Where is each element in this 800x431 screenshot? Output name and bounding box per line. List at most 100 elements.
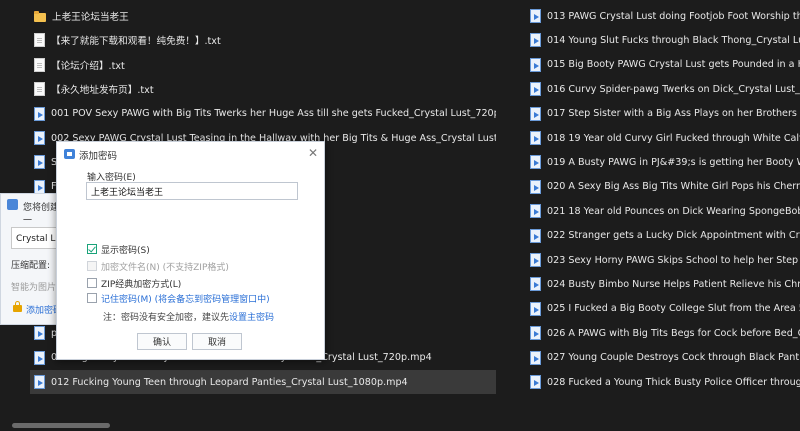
file-name: 025 I Fucked a Big Booty College Slut fr…	[547, 303, 800, 315]
file-row[interactable]: 027 Young Couple Destroys Cock through B…	[526, 346, 800, 370]
file-name: 012 Fucking Young Teen through Leopard P…	[51, 376, 408, 388]
file-name: 024 Busty Bimbo Nurse Helps Patient Reli…	[547, 278, 800, 290]
zip-classic-checkbox[interactable]	[87, 278, 97, 288]
file-name: 020 A Sexy Big Ass Big Tits White Girl P…	[547, 181, 800, 193]
smart-image-label: 智能为图片	[11, 283, 57, 293]
file-name: 023 Sexy Horny PAWG Skips School to help…	[547, 254, 800, 266]
archive-app-icon	[7, 199, 18, 210]
video-icon	[34, 106, 45, 121]
file-name: 026 A PAWG with Big Tits Begs for Cock b…	[547, 327, 800, 339]
video-icon	[530, 301, 541, 316]
encrypt-filenames-label: 加密文件名(N) (不支持ZIP格式)	[101, 262, 229, 273]
file-name: 016 Curvy Spider-pawg Twerks on Dick_Cry…	[547, 83, 800, 95]
note-text: 注：密码没有安全加密，建议先	[103, 313, 230, 323]
show-password-checkbox[interactable]	[87, 244, 97, 254]
file-name: 【来了就能下载和观看！纯免费！】.txt	[51, 36, 221, 48]
file-name: 013 PAWG Crystal Lust doing Footjob Foot…	[547, 10, 800, 22]
app-icon	[64, 149, 75, 159]
compress-config-label: 压缩配置:	[11, 261, 51, 271]
video-icon	[530, 33, 541, 48]
file-row[interactable]: 上老王论坛当老王	[30, 4, 496, 28]
video-icon	[530, 253, 541, 267]
confirm-button[interactable]: 确认	[137, 333, 187, 350]
file-row[interactable]: 【论坛介绍】.txt	[30, 53, 496, 77]
file-row[interactable]: 015 Big Booty PAWG Crystal Lust gets Pou…	[526, 53, 800, 77]
file-name: 027 Young Couple Destroys Cock through B…	[547, 352, 800, 364]
file-name: 028 Fucked a Young Thick Busty Police Of…	[547, 376, 800, 388]
video-icon	[34, 326, 45, 341]
file-row[interactable]: 022 Stranger gets a Lucky Dick Appointme…	[526, 224, 800, 248]
video-icon	[530, 228, 541, 243]
video-icon	[530, 179, 541, 194]
file-row[interactable]: 020 A Sexy Big Ass Big Tits White Girl P…	[526, 175, 800, 199]
dialog-title: 添加密码	[79, 151, 118, 162]
video-icon	[530, 57, 541, 72]
file-name: 上老王论坛当老王	[52, 12, 129, 23]
remember-password-checkbox[interactable]	[87, 293, 97, 303]
video-icon	[530, 82, 541, 97]
video-icon	[34, 375, 45, 389]
close-icon[interactable]: ✕	[308, 146, 318, 160]
zip-classic-option[interactable]: ZIP经典加密方式(L)	[87, 277, 182, 290]
video-icon	[530, 155, 541, 170]
video-icon	[530, 350, 541, 365]
file-row[interactable]: 018 19 Year old Curvy Girl Fucked throug…	[526, 126, 800, 150]
file-row[interactable]: 013 PAWG Crystal Lust doing Footjob Foot…	[526, 4, 800, 28]
remember-password-label: 记住密码(M) (将会备忘到密码管理窗口中)	[101, 294, 270, 305]
file-row[interactable]: 028 Fucked a Young Thick Busty Police Of…	[526, 370, 800, 394]
zip-classic-label: ZIP经典加密方式(L)	[101, 279, 182, 290]
cancel-button[interactable]: 取消	[192, 333, 242, 350]
file-row[interactable]: 026 A PAWG with Big Tits Begs for Cock b…	[526, 321, 800, 345]
dialog-titlebar: 添加密码 ✕	[57, 142, 324, 166]
file-name: 021 18 Year old Pounces on Dick Wearing …	[547, 205, 800, 217]
video-icon	[530, 106, 541, 121]
show-password-option[interactable]: 显示密码(S)	[87, 243, 150, 256]
video-icon	[530, 131, 541, 145]
scrollbar-thumb[interactable]	[12, 423, 110, 428]
file-name: 022 Stranger gets a Lucky Dick Appointme…	[547, 230, 800, 242]
file-name: 017 Step Sister with a Big Ass Plays on …	[547, 108, 800, 120]
doc-icon	[34, 82, 45, 97]
video-icon	[34, 350, 45, 365]
file-name: 014 Young Slut Fucks through Black Thong…	[547, 34, 800, 46]
file-row[interactable]: 019 A Busty PAWG in PJ&#39;s is getting …	[526, 150, 800, 174]
file-name: 018 19 Year old Curvy Girl Fucked throug…	[547, 132, 800, 144]
file-name: 015 Big Booty PAWG Crystal Lust gets Pou…	[547, 59, 800, 71]
folder-icon	[34, 10, 46, 22]
file-row[interactable]: 021 18 Year old Pounces on Dick Wearing …	[526, 199, 800, 223]
lock-icon	[13, 301, 22, 312]
file-name: 【论坛介绍】.txt	[51, 60, 125, 72]
file-name: 019 A Busty PAWG in PJ&#39;s is getting …	[547, 156, 800, 168]
file-row[interactable]: 017 Step Sister with a Big Ass Plays on …	[526, 102, 800, 126]
security-note: 注：密码没有安全加密，建议先设置主密码	[103, 310, 274, 323]
video-icon	[34, 131, 45, 145]
file-row[interactable]: 023 Sexy Horny PAWG Skips School to help…	[526, 248, 800, 272]
file-row[interactable]: 【永久地址发布页】.txt	[30, 77, 496, 101]
file-row[interactable]: 012 Fucking Young Teen through Leopard P…	[30, 370, 496, 394]
video-icon	[530, 326, 541, 341]
add-password-dialog: 添加密码 ✕ 输入密码(E) 显示密码(S) 加密文件名(N) (不支持ZIP格…	[56, 141, 325, 360]
video-icon	[34, 155, 45, 170]
file-name: 001 POV Sexy PAWG with Big Tits Twerks h…	[51, 108, 496, 120]
show-password-label: 显示密码(S)	[101, 245, 150, 256]
doc-icon	[34, 57, 45, 72]
set-master-password-link[interactable]: 设置主密码	[229, 313, 274, 323]
encrypt-filenames-option: 加密文件名(N) (不支持ZIP格式)	[87, 260, 229, 273]
file-row[interactable]: 【来了就能下载和观看！纯免费！】.txt	[30, 28, 496, 52]
file-row[interactable]: 025 I Fucked a Big Booty College Slut fr…	[526, 297, 800, 321]
file-row[interactable]: 024 Busty Bimbo Nurse Helps Patient Reli…	[526, 272, 800, 296]
video-icon	[530, 375, 541, 389]
file-row[interactable]: 014 Young Slut Fucks through Black Thong…	[526, 28, 800, 52]
encrypt-filenames-checkbox	[87, 261, 97, 271]
create-archive-dialog: 您将创建一 Crystal Lust 压缩配置: 智能为图片 添加密码	[0, 193, 71, 325]
file-name: 【永久地址发布页】.txt	[51, 85, 154, 97]
file-row[interactable]: 001 POV Sexy PAWG with Big Tits Twerks h…	[30, 102, 496, 126]
file-row[interactable]: 016 Curvy Spider-pawg Twerks on Dick_Cry…	[526, 77, 800, 101]
video-icon	[530, 9, 541, 23]
password-input[interactable]	[86, 182, 298, 200]
horizontal-scrollbar[interactable]	[0, 423, 800, 431]
remember-password-option[interactable]: 记住密码(M) (将会备忘到密码管理窗口中)	[87, 292, 270, 305]
video-icon	[34, 179, 45, 194]
doc-icon	[34, 33, 45, 48]
video-icon	[530, 204, 541, 219]
